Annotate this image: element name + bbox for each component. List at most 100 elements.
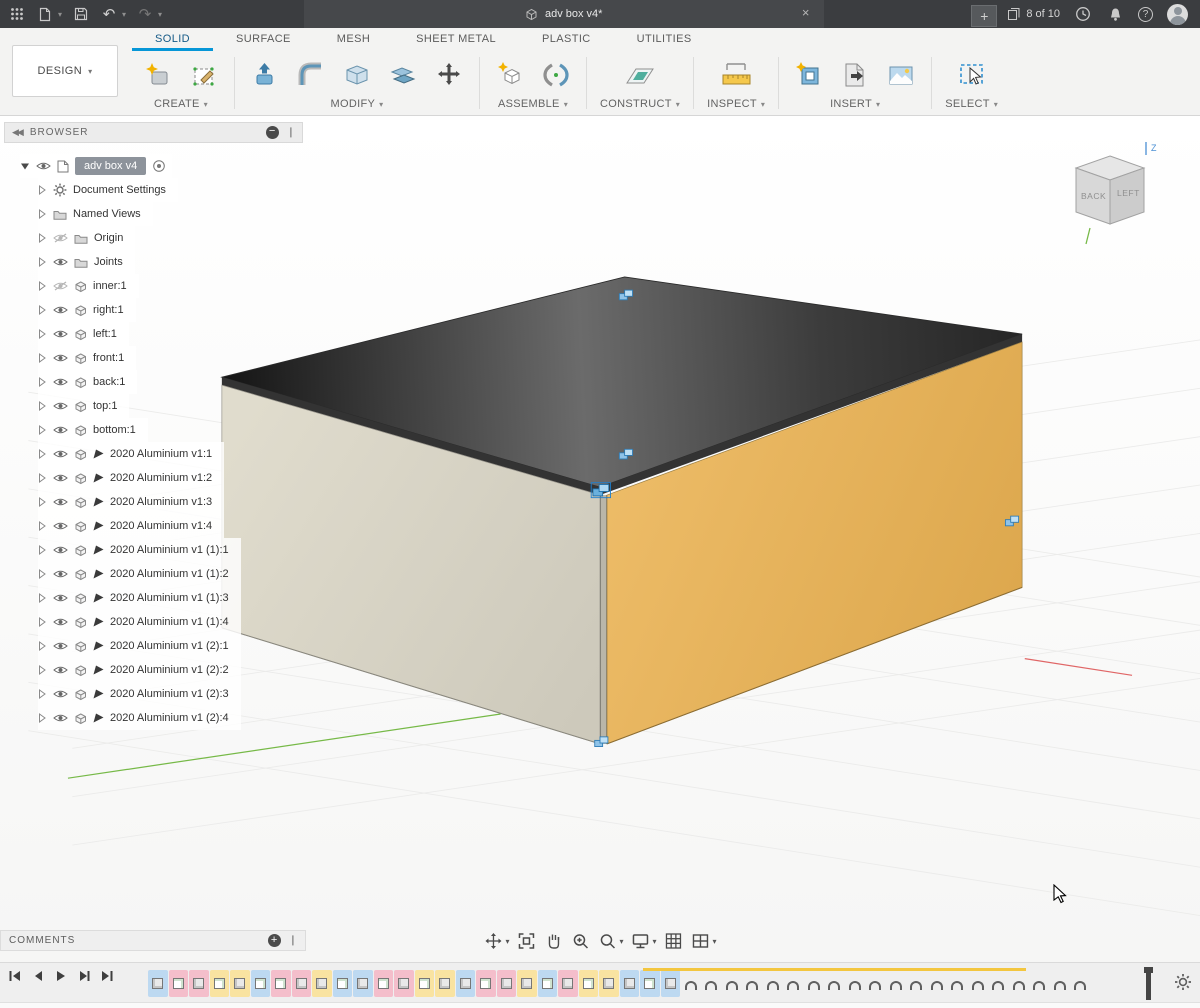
construct-dropdown[interactable]: CONSTRUCT	[600, 98, 680, 115]
collapse-panel-icon[interactable]: ◀◀	[12, 127, 22, 138]
comments-bar[interactable]: COMMENTS ❙	[0, 930, 306, 951]
visibility-eye-icon[interactable]	[53, 473, 68, 483]
timeline-feature[interactable]	[948, 970, 968, 997]
browser-row[interactable]: 2020 Aluminium v1:4	[38, 514, 224, 538]
browser-row[interactable]: Joints	[38, 250, 135, 274]
timeline-feature[interactable]	[620, 970, 640, 997]
timeline-feature[interactable]	[804, 970, 824, 997]
timeline-feature[interactable]	[374, 970, 394, 997]
timeline-feature[interactable]	[927, 970, 947, 997]
visibility-eye-icon[interactable]	[53, 521, 68, 531]
step-forward-button[interactable]	[77, 969, 91, 983]
timeline-feature[interactable]	[476, 970, 496, 997]
timeline-feature[interactable]	[1071, 970, 1091, 997]
insert-mesh-button[interactable]	[838, 57, 872, 93]
grid-snaps-button[interactable]	[664, 931, 684, 951]
decal-button[interactable]	[884, 57, 918, 93]
timeline-feature[interactable]	[825, 970, 845, 997]
tab-sheet-metal[interactable]: SHEET METAL	[393, 33, 519, 51]
timeline-settings-gear-icon[interactable]	[1174, 973, 1192, 996]
workspace-selector[interactable]: DESIGN	[12, 45, 118, 97]
step-back-button[interactable]	[31, 969, 45, 983]
play-button[interactable]	[54, 969, 68, 983]
timeline-feature[interactable]	[866, 970, 886, 997]
expand-arrow-icon[interactable]	[38, 401, 47, 411]
timeline-feature[interactable]	[640, 970, 660, 997]
expand-arrow-icon[interactable]	[38, 641, 47, 651]
timeline-feature[interactable]	[681, 970, 701, 997]
browser-row[interactable]: bottom:1	[38, 418, 148, 442]
timeline-feature[interactable]	[661, 970, 681, 997]
timeline-feature[interactable]	[845, 970, 865, 997]
timeline-feature[interactable]	[886, 970, 906, 997]
expand-arrow-icon[interactable]	[38, 329, 47, 339]
expand-arrow-icon[interactable]	[38, 353, 47, 363]
expand-arrow-icon[interactable]	[38, 185, 47, 195]
timeline-feature[interactable]	[599, 970, 619, 997]
view-cube[interactable]: Z BACK LEFT	[1056, 138, 1172, 254]
browser-row[interactable]: 2020 Aluminium v1 (2):1	[38, 634, 241, 658]
app-grid-icon[interactable]	[8, 3, 26, 25]
browser-row[interactable]: Named Views	[38, 202, 153, 226]
modify-dropdown[interactable]: MODIFY	[331, 98, 384, 115]
expand-arrow-icon[interactable]	[38, 449, 47, 459]
new-tab-button[interactable]	[971, 5, 997, 27]
expand-arrow-icon[interactable]	[38, 713, 47, 723]
visibility-eye-icon[interactable]	[53, 689, 68, 699]
visibility-eye-icon[interactable]	[53, 305, 68, 315]
browser-root-row[interactable]: adv box v4	[20, 154, 172, 178]
timeline-feature[interactable]	[1030, 970, 1050, 997]
orbit-button[interactable]: ▾	[483, 931, 509, 951]
expand-arrow-icon[interactable]	[38, 305, 47, 315]
visibility-eye-icon[interactable]	[53, 425, 68, 435]
visibility-eye-icon[interactable]	[53, 497, 68, 507]
timeline-feature[interactable]	[230, 970, 250, 997]
viewports-caret-icon[interactable]: ▾	[713, 937, 717, 946]
tab-mesh[interactable]: MESH	[314, 33, 393, 51]
timeline-feature[interactable]	[1009, 970, 1029, 997]
file-menu-caret-icon[interactable]: ▾	[58, 10, 62, 19]
orbit-caret-icon[interactable]: ▾	[505, 937, 509, 946]
timeline-feature[interactable]	[189, 970, 209, 997]
expand-arrow-icon[interactable]	[38, 257, 47, 267]
job-status[interactable]: 8 of 10	[1007, 7, 1060, 21]
close-tab-icon[interactable]	[798, 5, 814, 21]
document-tab[interactable]: adv box v4*	[304, 0, 824, 28]
display-caret-icon[interactable]: ▾	[653, 937, 657, 946]
notifications-bell-icon[interactable]	[1106, 3, 1124, 25]
zoom-caret-icon[interactable]: ▾	[619, 937, 623, 946]
visibility-eye-icon[interactable]	[53, 377, 68, 387]
expand-arrow-icon[interactable]	[38, 425, 47, 435]
timeline-feature[interactable]	[763, 970, 783, 997]
visibility-eye-icon[interactable]	[53, 257, 68, 267]
expand-arrow-icon[interactable]	[38, 209, 47, 219]
browser-row[interactable]: 2020 Aluminium v1 (1):3	[38, 586, 241, 610]
measure-button[interactable]	[719, 57, 753, 93]
expand-arrow-icon[interactable]	[38, 545, 47, 555]
expand-arrow-icon[interactable]	[38, 497, 47, 507]
browser-row[interactable]: 2020 Aluminium v1 (2):4	[38, 706, 241, 730]
timeline-feature[interactable]	[517, 970, 537, 997]
timeline-feature[interactable]	[148, 970, 168, 997]
timeline-feature[interactable]	[743, 970, 763, 997]
select-dropdown[interactable]: SELECT	[945, 98, 998, 115]
assemble-dropdown[interactable]: ASSEMBLE	[498, 98, 568, 115]
add-comment-icon[interactable]	[268, 934, 281, 947]
expand-arrow-icon[interactable]	[38, 665, 47, 675]
browser-row[interactable]: 2020 Aluminium v1:3	[38, 490, 224, 514]
tab-surface[interactable]: SURFACE	[213, 33, 314, 51]
timeline-feature[interactable]	[333, 970, 353, 997]
help-icon[interactable]	[1138, 7, 1153, 22]
3d-viewport[interactable]: Z BACK LEFT ◀◀ BROWSER ❙	[0, 116, 1200, 962]
insert-svg-button[interactable]	[792, 57, 826, 93]
timeline-feature[interactable]	[907, 970, 927, 997]
zoom-button[interactable]: ▾	[597, 931, 623, 951]
visibility-eye-icon[interactable]	[53, 401, 68, 411]
timeline-feature[interactable]	[394, 970, 414, 997]
browser-root-label[interactable]: adv box v4	[75, 157, 146, 175]
expand-arrow-icon[interactable]	[38, 569, 47, 579]
visibility-eye-icon[interactable]	[53, 329, 68, 339]
expand-arrow-icon[interactable]	[38, 617, 47, 627]
new-solid-button[interactable]	[141, 57, 175, 93]
timeline-position-marker[interactable]	[1146, 967, 1151, 1000]
